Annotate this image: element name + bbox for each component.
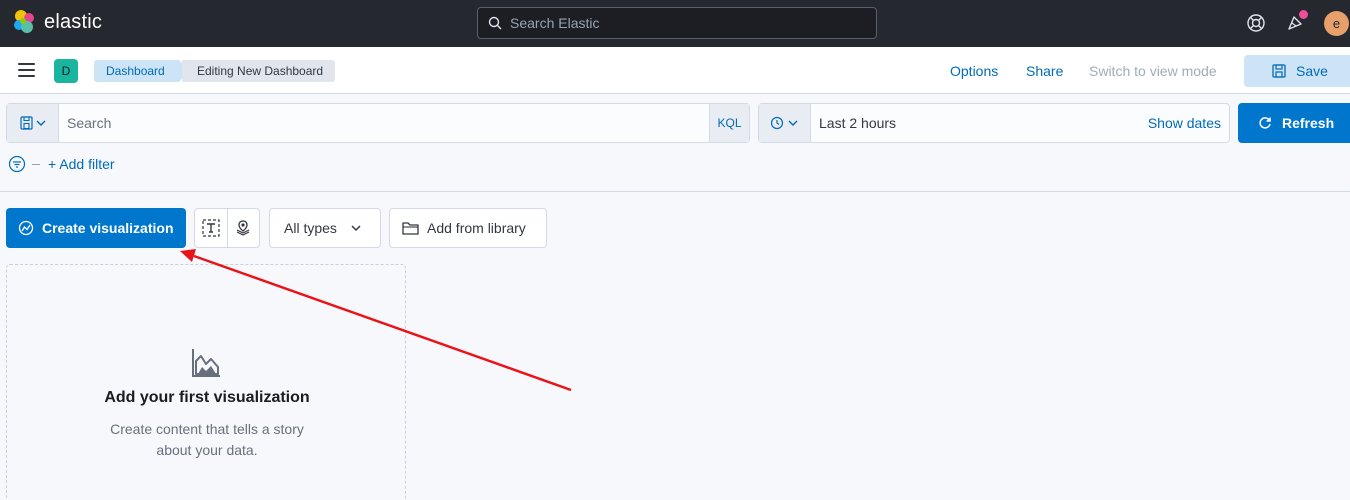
annotation-arrow <box>180 249 572 392</box>
